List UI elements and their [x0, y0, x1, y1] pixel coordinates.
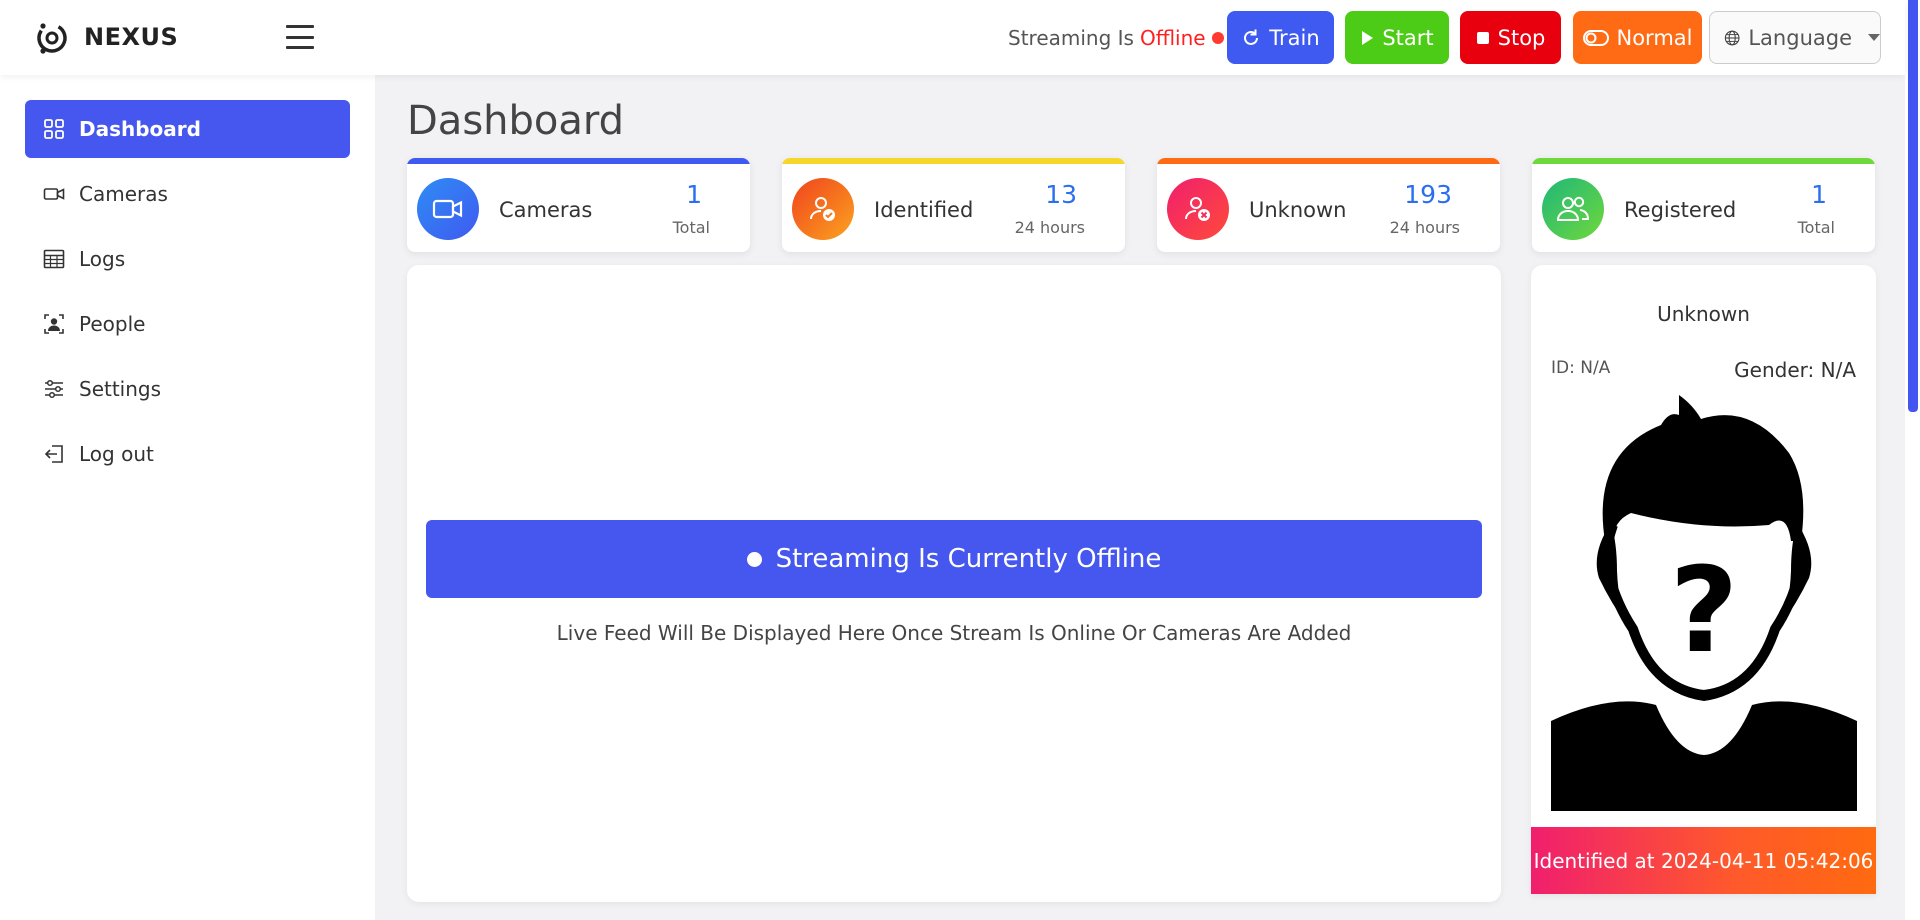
stat-value: 1 — [1811, 180, 1827, 209]
unknown-person-icon: ? — [1551, 395, 1857, 811]
stat-card-registered[interactable]: Registered 1 Total — [1532, 158, 1875, 252]
grid-icon — [44, 119, 64, 139]
stat-label: Registered — [1624, 198, 1737, 222]
train-label: Train — [1269, 25, 1320, 50]
brand[interactable]: NEXUS — [34, 18, 178, 56]
normal-mode-button[interactable]: Normal — [1573, 11, 1702, 64]
nexus-logo-icon — [37, 23, 67, 54]
language-label: Language — [1748, 25, 1852, 50]
brand-name: NEXUS — [84, 23, 179, 51]
start-label: Start — [1382, 25, 1434, 50]
stat-value: 193 — [1404, 180, 1452, 209]
stream-status-prefix: Streaming Is — [1008, 26, 1134, 50]
sidebar: Dashboard Cameras Logs People Settings L… — [0, 75, 375, 920]
logout-icon — [44, 445, 63, 463]
user-badge-icon — [44, 314, 64, 334]
stat-card-accent — [407, 158, 750, 164]
svg-text:?: ? — [1670, 541, 1738, 679]
sidebar-item-label: Cameras — [79, 182, 168, 206]
table-icon — [43, 249, 65, 269]
status-dot-icon — [1211, 32, 1224, 44]
last-identified-panel: Unknown ID: N/A Gender: N/A ? Identified… — [1531, 265, 1876, 894]
stat-label: Identified — [874, 198, 974, 222]
streaming-offline-banner: Streaming Is Currently Offline — [426, 520, 1482, 598]
stat-value: 13 — [1045, 180, 1077, 209]
stream-status: Streaming Is Offline — [1008, 26, 1224, 50]
stop-label: Stop — [1497, 25, 1546, 50]
sidebar-item-people[interactable]: People — [25, 295, 350, 353]
sidebar-item-label: Settings — [79, 377, 162, 401]
scrollbar-thumb[interactable] — [1908, 0, 1918, 412]
sidebar-item-label: Dashboard — [79, 117, 201, 141]
sliders-icon — [45, 379, 63, 399]
identified-timestamp: Identified at 2024-04-11 05:42:06 — [1531, 827, 1876, 894]
top-bar: NEXUS Streaming Is Offline Train Start S… — [0, 0, 1905, 75]
stat-label: Unknown — [1249, 198, 1347, 222]
live-feed-note: Live Feed Will Be Displayed Here Once St… — [556, 621, 1352, 645]
stat-sub: 24 hours — [1014, 218, 1085, 237]
stop-icon — [1476, 31, 1489, 44]
profile-gender: Gender: N/A — [1734, 358, 1856, 382]
sidebar-item-cameras[interactable]: Cameras — [25, 165, 350, 223]
stat-card-accent — [782, 158, 1125, 164]
refresh-icon — [1244, 29, 1259, 45]
stat-card-identified[interactable]: Identified 13 24 hours — [782, 158, 1125, 252]
language-select[interactable]: Language — [1709, 11, 1881, 64]
user-check-icon — [792, 178, 854, 240]
user-x-icon — [1167, 178, 1229, 240]
streaming-offline-text: Streaming Is Currently Offline — [775, 544, 1162, 574]
stat-sub: Total — [1797, 218, 1835, 237]
stat-label: Cameras — [499, 198, 593, 222]
hamburger-line — [286, 35, 314, 39]
stat-sub: Total — [672, 218, 710, 237]
hamburger-line — [286, 46, 314, 49]
stat-card-accent — [1532, 158, 1875, 164]
start-button[interactable]: Start — [1345, 11, 1449, 64]
stop-button[interactable]: Stop — [1460, 11, 1561, 64]
profile-id: ID: N/A — [1551, 358, 1611, 378]
stat-value: 1 — [686, 180, 702, 209]
profile-name: Unknown — [1657, 302, 1750, 326]
page-scrollbar[interactable] — [1905, 0, 1920, 920]
sidebar-item-label: Log out — [79, 442, 154, 466]
sidebar-item-logs[interactable]: Logs — [25, 230, 350, 288]
video-camera-icon — [417, 178, 479, 240]
sidebar-item-logout[interactable]: Log out — [25, 425, 350, 483]
sidebar-item-label: People — [79, 312, 146, 336]
stat-card-unknown[interactable]: Unknown 193 24 hours — [1157, 158, 1500, 252]
users-icon — [1542, 178, 1604, 240]
stat-sub: 24 hours — [1389, 218, 1460, 237]
normal-label: Normal — [1616, 25, 1693, 50]
page-title: Dashboard — [407, 98, 625, 144]
hamburger-line — [286, 25, 314, 28]
train-button[interactable]: Train — [1227, 11, 1334, 64]
stat-card-accent — [1157, 158, 1500, 164]
stat-card-cameras[interactable]: Cameras 1 Total — [407, 158, 750, 252]
status-dot-icon — [746, 551, 762, 567]
live-feed-panel: Streaming Is Currently Offline Live Feed… — [407, 265, 1501, 902]
stream-status-value: Offline — [1139, 26, 1206, 50]
play-icon — [1362, 30, 1374, 45]
video-camera-icon — [43, 188, 65, 200]
toggle-icon — [1582, 29, 1609, 46]
globe-icon — [1724, 30, 1740, 45]
sidebar-item-label: Logs — [79, 247, 126, 271]
chevron-down-icon — [1868, 34, 1880, 41]
sidebar-item-settings[interactable]: Settings — [25, 360, 350, 418]
menu-toggle-button[interactable] — [286, 25, 316, 49]
sidebar-item-dashboard[interactable]: Dashboard — [25, 100, 350, 158]
